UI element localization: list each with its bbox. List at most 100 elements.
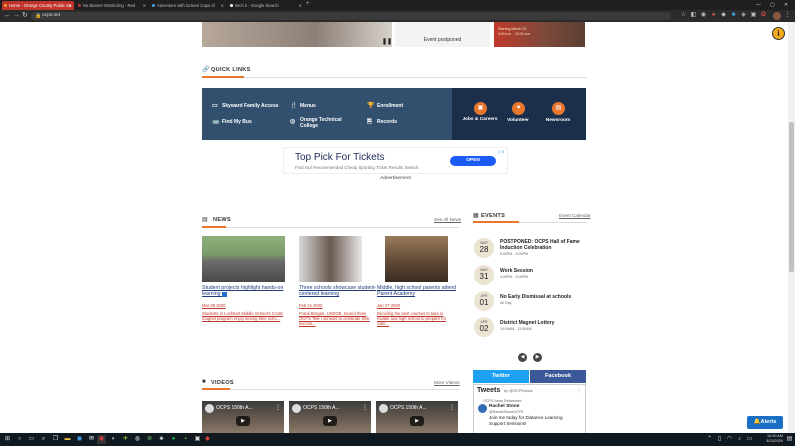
- mail-icon[interactable]: ✉: [87, 435, 96, 444]
- tab-close-icon[interactable]: ✕: [299, 1, 302, 10]
- new-tab-icon[interactable]: +: [306, 1, 310, 7]
- chrome-icon[interactable]: ◉: [97, 435, 106, 444]
- play-icon[interactable]: ▶: [236, 416, 250, 426]
- news-title[interactable]: Student projects highlight hands-on lear…: [202, 285, 285, 298]
- event-title[interactable]: No Early Dismissal at schools: [500, 294, 586, 300]
- video-thumbnail[interactable]: OCPS 150th A... ⋮ ▶: [202, 401, 284, 433]
- maximize-icon[interactable]: ▢: [770, 0, 775, 10]
- newspaper-icon[interactable]: ▤: [552, 102, 565, 115]
- extension-icon[interactable]: ▣: [750, 12, 757, 19]
- tweet-author[interactable]: Rachel Stone: [489, 404, 519, 409]
- menu-kebab-icon[interactable]: ⋮: [784, 12, 791, 19]
- page-scrollbar[interactable]: [788, 22, 795, 433]
- app-icon[interactable]: ▪: [181, 435, 190, 444]
- browser-tab-google[interactable]: sech k - Google Search ✕: [228, 1, 304, 10]
- video-thumbnail[interactable]: OCPS 150th A... ⋮ ▶: [376, 401, 458, 433]
- event-item[interactable]: MAR 28 POSTPONED: OCPS Hall of Fame Induc…: [474, 238, 586, 258]
- ad-choices-icon[interactable]: ▷✕: [498, 149, 504, 154]
- address-url[interactable]: ocps.net: [42, 12, 60, 20]
- news-item[interactable]: Middle, high school parents attend Paren…: [377, 236, 456, 326]
- event-title[interactable]: Work Session: [500, 268, 586, 274]
- event-title[interactable]: POSTPONED: OCPS Hall of Fame Induction C…: [500, 239, 586, 251]
- event-item[interactable]: APR 02 District Magnet Lottery 10:00AM - …: [474, 317, 586, 337]
- tweet-handle[interactable]: @RachelStoneOCPS: [489, 410, 523, 414]
- notifications-icon[interactable]: ▤: [785, 435, 794, 444]
- news-description[interactable]: Students in Lockhart Middle School's CAS…: [202, 311, 285, 321]
- scrollbar-thumb[interactable]: [789, 122, 794, 272]
- video-thumbnail[interactable]: OCPS 150th A... ⋮ ▶: [289, 401, 371, 433]
- hero-slide-image[interactable]: Starting March 23 8:00 a.m. - 10:30 a.m.: [494, 22, 585, 47]
- steam-icon[interactable]: ◐: [109, 435, 118, 444]
- play-icon[interactable]: ▶: [323, 416, 337, 426]
- briefcase-icon[interactable]: ▣: [474, 102, 487, 115]
- news-image[interactable]: [299, 236, 362, 282]
- address-bar[interactable]: 🔒 ocps.net: [31, 12, 671, 20]
- app-icon[interactable]: ◆: [203, 435, 212, 444]
- events-next-icon[interactable]: ▶: [533, 353, 542, 362]
- extension-icon[interactable]: ◆: [720, 12, 727, 19]
- quick-link-menus[interactable]: 🍴 Menus: [290, 103, 316, 109]
- info-icon[interactable]: ⓘ: [577, 388, 581, 394]
- system-clock[interactable]: 10:30 AM 3/23/2020: [757, 434, 783, 444]
- video-title[interactable]: OCPS 150th A...: [303, 405, 340, 411]
- volume-icon[interactable]: ♪: [735, 435, 744, 444]
- browser-tab-ocps[interactable]: Home - Orange County Public Sc ✕: [2, 1, 74, 10]
- pause-icon[interactable]: ❚❚: [382, 38, 392, 45]
- browser-tab-banner[interactable]: No Banner Monitoring - Red ✕: [76, 1, 148, 10]
- search-icon[interactable]: ○: [15, 435, 24, 444]
- advertisement-banner[interactable]: Top Pick For Tickets Find Our Recommende…: [283, 147, 508, 174]
- accessibility-button[interactable]: i: [772, 27, 785, 40]
- spotify-icon[interactable]: ●: [169, 435, 178, 444]
- featured-link-jobs-careers[interactable]: Jobs & Careers: [460, 117, 500, 123]
- app-icon[interactable]: ◍: [133, 435, 142, 444]
- news-title[interactable]: Three schools showcase student-centered …: [299, 285, 379, 298]
- search-icon[interactable]: ⌕: [39, 435, 48, 444]
- tab-close-icon[interactable]: ✕: [143, 1, 146, 10]
- extension-icon[interactable]: ◧: [690, 12, 697, 19]
- extension-icon[interactable]: ◉: [700, 12, 707, 19]
- quick-link-records[interactable]: 🗎 Records: [367, 119, 397, 125]
- ad-open-button[interactable]: OPEN: [450, 156, 496, 166]
- see-all-news-link[interactable]: See All News: [434, 217, 461, 222]
- twitter-timeline[interactable]: Tweets by @OCPSnews ⓘ OCPS News Retweete…: [473, 384, 586, 433]
- hero-slide-card[interactable]: [395, 22, 490, 47]
- hero-slide-image[interactable]: [202, 22, 392, 47]
- news-image[interactable]: [202, 236, 285, 282]
- tab-close-icon[interactable]: ✕: [221, 1, 224, 10]
- app-icon[interactable]: ✈: [121, 435, 130, 444]
- forward-icon[interactable]: →: [13, 11, 20, 21]
- news-title[interactable]: Middle, high school parents attend Paren…: [377, 285, 457, 298]
- close-window-icon[interactable]: ✕: [784, 0, 788, 10]
- featured-link-volunteer[interactable]: Volunteer: [498, 118, 538, 124]
- windows-start-icon[interactable]: ⊞: [3, 435, 12, 444]
- featured-link-newsroom[interactable]: Newsroom: [538, 118, 578, 124]
- event-item[interactable]: APR 01 No Early Dismissal at schools All …: [474, 291, 586, 311]
- tray-chevron-icon[interactable]: ⌃: [705, 435, 714, 444]
- store-icon[interactable]: ◼: [75, 435, 84, 444]
- reload-icon[interactable]: ↻: [22, 11, 28, 21]
- event-title[interactable]: District Magnet Lottery: [500, 320, 586, 326]
- events-prev-icon[interactable]: ◀: [518, 353, 527, 362]
- video-title[interactable]: OCPS 150th A...: [216, 405, 253, 411]
- news-item[interactable]: Three schools showcase student-centered …: [299, 236, 376, 326]
- alerts-button[interactable]: 🔔Alerts: [747, 416, 783, 429]
- wifi-icon[interactable]: ◠: [725, 435, 734, 444]
- more-options-icon[interactable]: ⋮: [362, 404, 368, 411]
- tab-facebook[interactable]: Facebook: [530, 370, 586, 383]
- quick-link-skyward[interactable]: ▭ Skyward Family Access: [212, 103, 279, 109]
- event-item[interactable]: MAR 31 Work Session 4:00PM - 5:00PM: [474, 265, 586, 285]
- extension-icon[interactable]: ●: [710, 12, 717, 19]
- network-icon[interactable]: ▯: [715, 435, 724, 444]
- file-explorer-icon[interactable]: ▬: [63, 435, 72, 444]
- extension-icon[interactable]: ◈: [740, 12, 747, 19]
- quick-link-find-my-bus[interactable]: 🚌 Find My Bus: [212, 119, 252, 125]
- extension-icon[interactable]: ■: [730, 12, 737, 19]
- quick-link-enrollment[interactable]: 🏆 Enrollment: [367, 103, 403, 109]
- event-calendar-link[interactable]: Event Calendar: [559, 213, 591, 218]
- tweets-by[interactable]: by @OCPSnews: [504, 389, 533, 393]
- avatar[interactable]: [478, 404, 487, 413]
- heart-icon[interactable]: ♥: [512, 102, 525, 115]
- task-view-icon[interactable]: ❐: [51, 435, 60, 444]
- more-options-icon[interactable]: ⋮: [449, 404, 455, 411]
- back-icon[interactable]: ←: [4, 11, 11, 21]
